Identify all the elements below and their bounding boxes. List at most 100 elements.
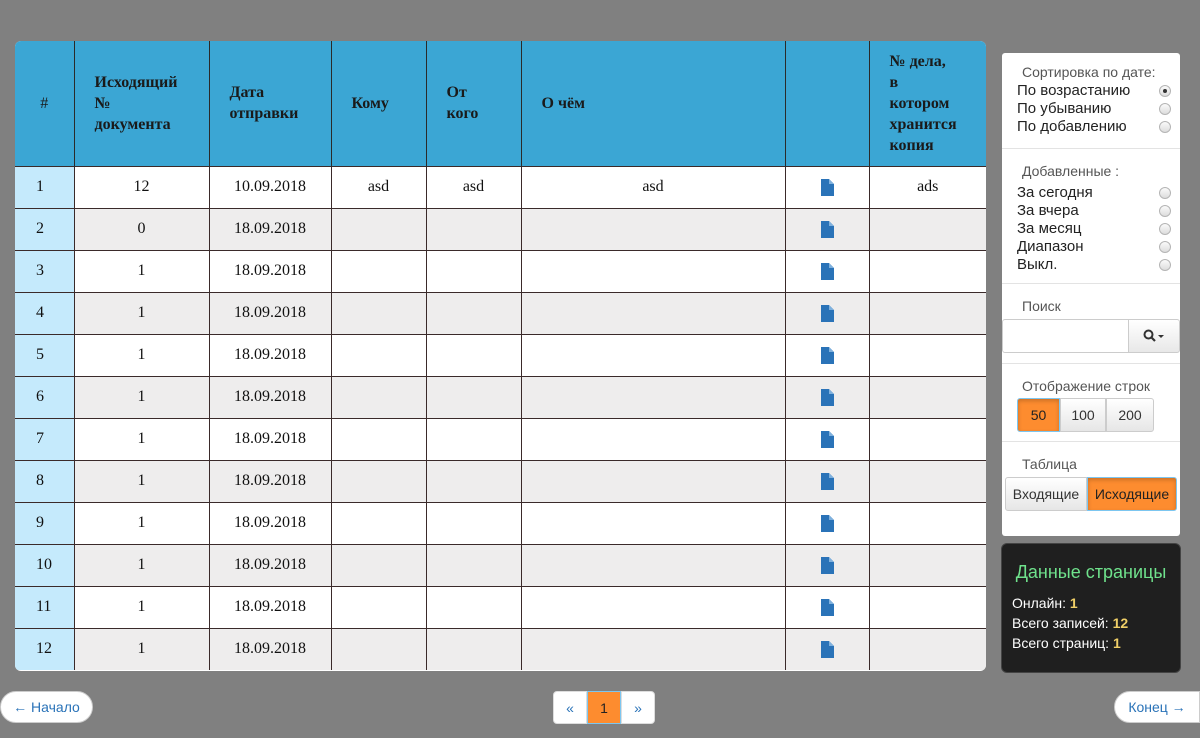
cell-to xyxy=(330,543,426,586)
cell-num: 8 xyxy=(15,459,74,502)
sort-option[interactable]: По убыванию xyxy=(1002,100,1180,118)
search-input[interactable] xyxy=(1002,319,1129,353)
cell-doc-no: 1 xyxy=(73,585,209,628)
cell-doc-no: 1 xyxy=(73,417,209,460)
cell-doc-no: 1 xyxy=(73,459,209,502)
radio-button[interactable] xyxy=(1159,103,1171,115)
document-icon[interactable] xyxy=(820,220,834,238)
prev-page-button[interactable]: « xyxy=(553,691,587,724)
table-row: 1 12 10.09.2018 asd asd asd ads xyxy=(15,165,986,208)
cell-date: 10.09.2018 xyxy=(208,165,331,208)
cell-date: 18.09.2018 xyxy=(208,291,331,334)
document-icon[interactable] xyxy=(820,304,834,322)
page-1-button[interactable]: 1 xyxy=(587,691,621,724)
table-row: 5 1 18.09.2018 xyxy=(15,333,986,376)
cell-from xyxy=(425,333,521,376)
table-type-button[interactable]: Входящие xyxy=(1005,477,1087,511)
cell-date: 18.09.2018 xyxy=(208,417,331,460)
sort-option[interactable]: По возрастанию xyxy=(1002,82,1180,100)
cell-case-no xyxy=(868,249,986,292)
cell-num: 11 xyxy=(15,585,74,628)
document-icon[interactable] xyxy=(820,346,834,364)
document-icon[interactable] xyxy=(820,556,834,574)
total-records-value: 12 xyxy=(1112,615,1129,631)
cell-date: 18.09.2018 xyxy=(208,585,331,628)
cell-about xyxy=(520,459,785,502)
cell-to xyxy=(330,501,426,544)
added-filter-option[interactable]: За сегодня xyxy=(1002,184,1180,202)
document-icon[interactable] xyxy=(820,472,834,490)
column-header-4: От кого xyxy=(425,41,521,166)
document-icon[interactable] xyxy=(820,262,834,280)
radio-button[interactable] xyxy=(1159,223,1171,235)
cell-doc-no: 1 xyxy=(73,375,209,418)
document-icon[interactable] xyxy=(820,178,834,196)
cell-about xyxy=(520,585,785,628)
added-filter-option[interactable]: За месяц xyxy=(1002,220,1180,238)
cell-case-no xyxy=(868,627,986,670)
cell-case-no xyxy=(868,417,986,460)
added-section: Добавленные : За сегодня За вчера За месяц… xyxy=(1002,148,1180,278)
table-type-group: Входящие Исходящие xyxy=(1005,477,1177,511)
document-icon[interactable] xyxy=(820,388,834,406)
table-header-row: # Исходящий № документа Дата отправки Кому От ко… xyxy=(15,41,986,166)
header-text: № дела, xyxy=(889,52,946,70)
cell-to xyxy=(330,333,426,376)
cell-case-no xyxy=(868,207,986,250)
column-header-6 xyxy=(784,41,869,166)
header-text: документа xyxy=(94,115,171,133)
radio-button[interactable] xyxy=(1159,205,1171,217)
cell-doc-no: 1 xyxy=(73,333,209,376)
column-header-2: Дата отправки xyxy=(208,41,331,166)
cell-from xyxy=(425,585,521,628)
search-box xyxy=(1002,319,1180,353)
cell-about xyxy=(520,333,785,376)
radio-button[interactable] xyxy=(1159,187,1171,199)
added-filter-option[interactable]: За вчера xyxy=(1002,202,1180,220)
table-type-button[interactable]: Исходящие xyxy=(1087,477,1177,511)
online-value: 1 xyxy=(1069,595,1078,611)
end-button[interactable]: Конец → xyxy=(1114,691,1200,723)
search-icon xyxy=(1143,329,1164,342)
added-filter-option[interactable]: Диапазон xyxy=(1002,238,1180,256)
file-cell xyxy=(784,291,869,334)
sort-option[interactable]: По добавлению xyxy=(1002,118,1180,136)
file-cell xyxy=(784,417,869,460)
cell-date: 18.09.2018 xyxy=(208,375,331,418)
cell-case-no xyxy=(868,291,986,334)
cell-num: 3 xyxy=(15,249,74,292)
radio-button[interactable] xyxy=(1159,241,1171,253)
cell-doc-no: 0 xyxy=(73,207,209,250)
table-row: 11 1 18.09.2018 xyxy=(15,585,986,628)
column-header-1: Исходящий № документа xyxy=(73,41,209,166)
total-records-label: Всего записей: xyxy=(1012,615,1109,631)
cell-doc-no: 1 xyxy=(73,249,209,292)
cell-about xyxy=(520,417,785,460)
pagination: « 1 » xyxy=(553,691,655,724)
next-page-button[interactable]: » xyxy=(621,691,655,724)
added-filter-option[interactable]: Выкл. xyxy=(1002,256,1180,274)
cell-date: 18.09.2018 xyxy=(208,333,331,376)
file-cell xyxy=(784,501,869,544)
cell-about xyxy=(520,543,785,586)
radio-button[interactable] xyxy=(1159,121,1171,133)
rows-option-button[interactable]: 50 xyxy=(1017,398,1060,432)
file-cell xyxy=(784,543,869,586)
search-button[interactable] xyxy=(1128,319,1180,353)
total-pages: Всего страниц: 1 xyxy=(1012,635,1121,651)
document-icon[interactable] xyxy=(820,430,834,448)
rows-option-button[interactable]: 200 xyxy=(1106,398,1154,432)
file-cell xyxy=(784,459,869,502)
document-icon[interactable] xyxy=(820,514,834,532)
documents-table: # Исходящий № документа Дата отправки Кому От ко… xyxy=(15,41,986,671)
radio-button[interactable] xyxy=(1159,85,1171,97)
rows-option-button[interactable]: 100 xyxy=(1060,398,1106,432)
header-text: От xyxy=(446,84,467,102)
cell-case-no xyxy=(868,501,986,544)
column-header-3: Кому xyxy=(330,41,426,166)
start-button[interactable]: ← Начало xyxy=(0,691,93,723)
document-icon[interactable] xyxy=(820,641,834,659)
document-icon[interactable] xyxy=(820,598,834,616)
radio-button[interactable] xyxy=(1159,259,1171,271)
header-text: отправки xyxy=(229,105,299,123)
